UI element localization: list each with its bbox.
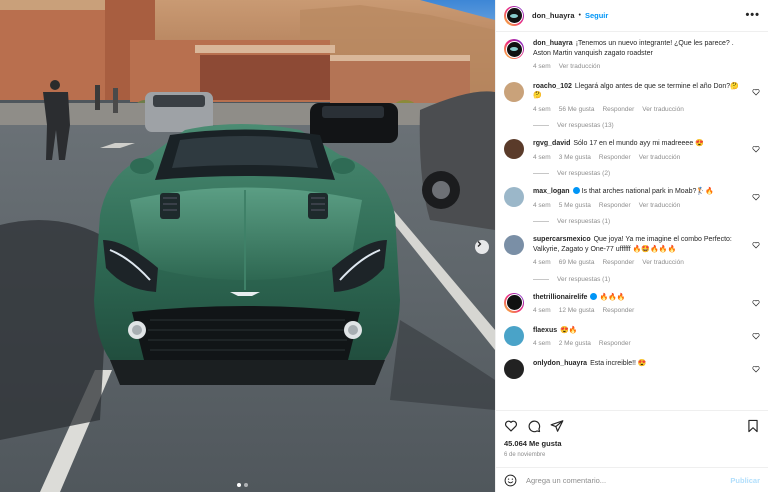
chevron-right-icon — [477, 241, 482, 247]
like-comment-heart-icon[interactable] — [752, 241, 760, 249]
like-comment-heart-icon[interactable] — [752, 193, 760, 201]
verified-badge-icon — [590, 292, 598, 300]
comment-item: max_logan Is that arches national park in… — [504, 187, 760, 210]
commenter-avatar[interactable] — [504, 358, 524, 379]
post-actions-bar — [496, 410, 768, 440]
commenter-avatar[interactable] — [504, 325, 524, 346]
like-comment-heart-icon[interactable] — [752, 145, 760, 153]
like-comment-heart-icon[interactable] — [752, 299, 760, 307]
post-side-panel: don_huayra • Seguir ••• don_huayra ¡Tenem… — [495, 0, 768, 492]
author-username[interactable]: don_huayra — [532, 11, 575, 20]
comment-likes[interactable]: 5 Me gusta — [559, 201, 591, 211]
car-photo — [0, 0, 495, 492]
comment-item: flaexus 😍🔥 4 sem 2 Me gusta Responder — [504, 325, 760, 349]
like-comment-heart-icon[interactable] — [752, 88, 760, 96]
like-comment-heart-icon[interactable] — [752, 365, 760, 373]
bookmark-icon[interactable] — [746, 419, 760, 433]
carousel-dot-active — [237, 483, 241, 487]
post-caption: don_huayra ¡Tenemos un nuevo integrante! … — [504, 39, 760, 72]
comment-item: thetrillionairelife 🔥🔥🔥 4 sem 12 Me gusta… — [504, 292, 760, 316]
comment-time: 4 sem — [533, 340, 551, 347]
post-header: don_huayra • Seguir ••• — [496, 0, 768, 32]
comment-time: 4 sem — [533, 201, 551, 209]
comment-input[interactable] — [526, 475, 731, 485]
comment-text: Sólo 17 en el mundo ayy mi madreeee 😍 — [573, 140, 704, 147]
comment-reply-link[interactable]: Responder — [602, 258, 634, 268]
comment-time: 4 sem — [533, 307, 551, 314]
author-avatar[interactable] — [504, 5, 524, 26]
comment-translate-link[interactable]: Ver traducción — [642, 105, 684, 115]
caption-username[interactable]: don_huayra — [533, 40, 573, 47]
verified-badge-icon — [572, 187, 580, 194]
comment-text: Is that arches national park in Moab?🏌️🔥 — [581, 188, 714, 195]
comment-text: 😍🔥 — [560, 326, 578, 334]
comment-translate-link[interactable]: Ver traducción — [639, 201, 681, 211]
comment-reply-link[interactable]: Responder — [599, 339, 631, 349]
header-separator: • — [578, 12, 581, 19]
add-comment-bar: Publicar — [496, 467, 768, 492]
view-replies-link[interactable]: Ver respuestas (13) — [533, 122, 760, 129]
comment-text: 🔥🔥🔥 — [599, 293, 626, 301]
caption-time: 4 sem — [533, 63, 551, 70]
publish-button[interactable]: Publicar — [730, 476, 760, 485]
comment-icon[interactable] — [527, 419, 541, 433]
comment-translate-link[interactable]: Ver traducción — [642, 258, 684, 268]
comment-text: Esta increible!! 😍 — [590, 359, 647, 367]
follow-button[interactable]: Seguir — [585, 11, 608, 20]
view-replies-link[interactable]: Ver respuestas (1) — [533, 276, 760, 283]
comment-translate-link[interactable]: Ver traducción — [639, 153, 681, 163]
comment-time: 4 sem — [533, 153, 551, 161]
comment-likes[interactable]: 12 Me gusta — [559, 306, 595, 316]
comment-reply-link[interactable]: Responder — [599, 153, 631, 163]
view-replies-label[interactable]: Ver respuestas (13) — [557, 122, 614, 129]
view-replies-label[interactable]: Ver respuestas (2) — [557, 170, 610, 177]
commenter-avatar[interactable] — [504, 81, 524, 102]
comment-username[interactable]: supercarsmexico — [533, 236, 591, 243]
comment-username[interactable]: roacho_102 — [533, 83, 572, 90]
carousel-dot — [244, 483, 248, 487]
like-comment-heart-icon[interactable] — [752, 332, 760, 340]
post-image[interactable] — [0, 0, 495, 492]
post-date: 6 de noviembre — [504, 452, 546, 458]
comment-reply-link[interactable]: Responder — [602, 306, 634, 316]
commenter-avatar[interactable] — [504, 187, 524, 207]
comment-time: 4 sem — [533, 259, 551, 266]
carousel-indicator — [237, 483, 248, 487]
comment-reply-link[interactable]: Responder — [599, 201, 631, 211]
comment-likes[interactable]: 2 Me gusta — [559, 339, 591, 349]
heart-icon[interactable] — [504, 419, 518, 433]
comment-item: supercarsmexico Que joya! Ya me imagine e… — [504, 235, 760, 268]
comment-username[interactable]: onlydon_huayra — [533, 360, 587, 367]
comment-likes[interactable]: 56 Me gusta — [559, 105, 595, 115]
comment-time: 4 sem — [533, 105, 551, 113]
author-avatar[interactable] — [504, 39, 524, 59]
comment-likes[interactable]: 69 Me gusta — [559, 258, 595, 268]
comment-item: rgvg_david Sólo 17 en el mundo ayy mi mad… — [504, 139, 760, 162]
commenter-avatar[interactable] — [504, 235, 524, 255]
comment-reply-link[interactable]: Responder — [602, 105, 634, 115]
commenter-avatar[interactable] — [504, 139, 524, 159]
caption-translate-link[interactable]: Ver traducción — [559, 62, 601, 72]
view-replies-label[interactable]: Ver respuestas (1) — [557, 276, 610, 283]
view-replies-link[interactable]: Ver respuestas (1) — [533, 218, 760, 225]
comment-username[interactable]: thetrillionairelife — [533, 294, 587, 301]
comment-username[interactable]: max_logan — [533, 188, 570, 195]
view-replies-link[interactable]: Ver respuestas (2) — [533, 170, 760, 177]
comment-likes[interactable]: 3 Me gusta — [559, 153, 591, 163]
commenter-avatar[interactable] — [504, 292, 524, 313]
next-image-button[interactable] — [475, 240, 489, 254]
comment-username[interactable]: flaexus — [533, 327, 557, 334]
comment-username[interactable]: rgvg_david — [533, 140, 570, 147]
comment-list[interactable]: don_huayra ¡Tenemos un nuevo integrante! … — [496, 33, 768, 409]
likes-count[interactable]: 45.064 Me gusta — [504, 439, 562, 448]
comment-item: onlydon_huayra Esta increible!! 😍 — [504, 358, 760, 379]
share-icon[interactable] — [550, 419, 564, 433]
more-options-icon[interactable]: ••• — [745, 10, 760, 21]
view-replies-label[interactable]: Ver respuestas (1) — [557, 218, 610, 225]
emoji-icon[interactable] — [504, 474, 517, 487]
comment-item: roacho_102 Llegará algo antes de que se t… — [504, 81, 760, 115]
